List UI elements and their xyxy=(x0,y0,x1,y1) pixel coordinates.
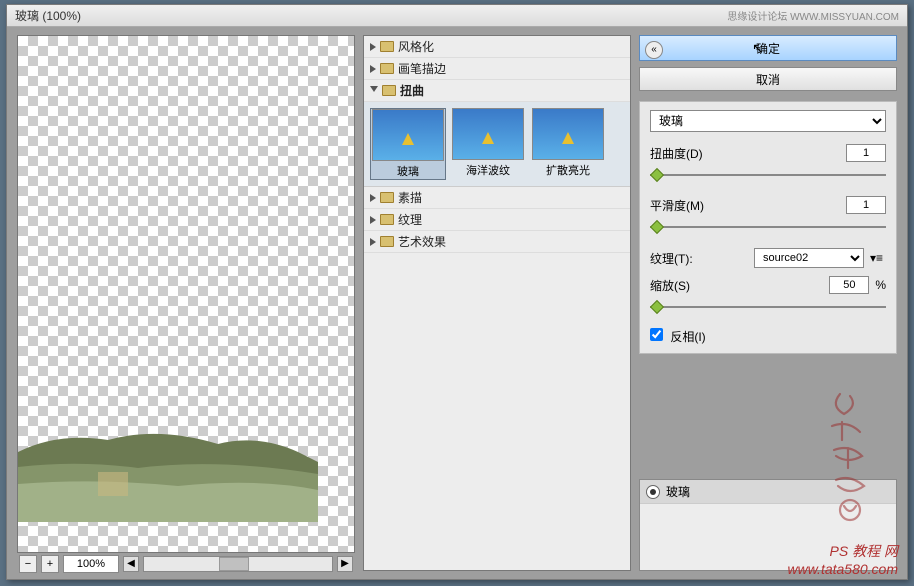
category-label: 扭曲 xyxy=(400,82,424,99)
filter-gallery-window: 玻璃 (100%) 思缘设计论坛 WWW.MISSYUAN.COM − + ◀ xyxy=(6,4,908,580)
thumbnail-row: 玻璃 海洋波纹 扩散亮光 xyxy=(364,102,630,187)
thumb-ocean-ripple[interactable]: 海洋波纹 xyxy=(450,108,526,180)
layer-row[interactable]: 玻璃 xyxy=(640,480,896,504)
preview-image-content xyxy=(18,422,318,522)
filter-select[interactable]: 玻璃 xyxy=(650,110,886,132)
window-title: 玻璃 (100%) xyxy=(15,7,81,24)
folder-icon xyxy=(380,63,394,74)
titlebar-watermark: 思缘设计论坛 WWW.MISSYUAN.COM xyxy=(727,8,899,23)
category-sketch[interactable]: 素描 xyxy=(364,187,630,209)
category-label: 纹理 xyxy=(398,211,422,228)
category-label: 画笔描边 xyxy=(398,60,446,77)
scale-unit: % xyxy=(875,278,886,292)
thumb-image xyxy=(372,109,444,161)
thumb-image xyxy=(452,108,524,160)
settings-panel: 确定↖ 取消 玻璃 扭曲度(D) 平滑度(M) 纹理(T): source02 xyxy=(635,27,907,579)
zoom-in-button[interactable]: + xyxy=(41,555,59,573)
distortion-label: 扭曲度(D) xyxy=(650,145,840,162)
thumb-image xyxy=(532,108,604,160)
folder-icon xyxy=(380,236,394,247)
preview-canvas[interactable] xyxy=(17,35,355,553)
category-stylize[interactable]: 风格化 xyxy=(364,36,630,58)
folder-icon xyxy=(382,85,396,96)
ok-button[interactable]: 确定↖ xyxy=(639,35,897,61)
scrollbar-thumb[interactable] xyxy=(219,557,249,571)
scale-slider[interactable] xyxy=(650,300,886,314)
thumb-label: 玻璃 xyxy=(397,166,419,178)
scroll-right-button[interactable]: ▶ xyxy=(337,556,353,572)
slider-thumb[interactable] xyxy=(650,220,664,234)
texture-row: 纹理(T): source02 ▾≡ xyxy=(650,248,886,268)
boat-icon xyxy=(562,132,574,144)
zoom-bar: − + ◀ ▶ xyxy=(17,553,355,575)
category-artistic[interactable]: 艺术效果 xyxy=(364,231,630,253)
triangle-icon xyxy=(370,216,376,224)
scale-row: 缩放(S) % xyxy=(650,276,886,294)
visibility-eye-icon[interactable] xyxy=(646,485,660,499)
category-distort[interactable]: 扭曲 xyxy=(364,80,630,102)
distortion-row: 扭曲度(D) xyxy=(650,144,886,162)
texture-select[interactable]: source02 xyxy=(754,248,864,268)
distortion-slider[interactable] xyxy=(650,168,886,182)
folder-icon xyxy=(380,192,394,203)
triangle-icon xyxy=(370,65,376,73)
smoothness-field[interactable] xyxy=(846,196,886,214)
category-label: 素描 xyxy=(398,189,422,206)
cancel-button[interactable]: 取消 xyxy=(639,67,897,91)
horizontal-scrollbar[interactable] xyxy=(143,556,333,572)
triangle-icon xyxy=(370,238,376,246)
boat-icon xyxy=(482,132,494,144)
folder-icon xyxy=(380,41,394,52)
category-label: 风格化 xyxy=(398,38,434,55)
invert-checkbox[interactable] xyxy=(650,328,663,341)
zoom-field[interactable] xyxy=(63,555,119,573)
invert-label: 反相(I) xyxy=(670,330,705,344)
thumb-diffuse-glow[interactable]: 扩散亮光 xyxy=(530,108,606,180)
texture-flyout-icon[interactable]: ▾≡ xyxy=(870,251,886,265)
scale-label: 缩放(S) xyxy=(650,277,823,294)
thumb-glass[interactable]: 玻璃 xyxy=(370,108,446,180)
thumb-label: 海洋波纹 xyxy=(466,165,510,177)
triangle-icon xyxy=(370,194,376,202)
scale-field[interactable] xyxy=(829,276,869,294)
thumb-label: 扩散亮光 xyxy=(546,165,590,177)
layer-name: 玻璃 xyxy=(666,483,690,500)
category-label: 艺术效果 xyxy=(398,233,446,250)
smoothness-label: 平滑度(M) xyxy=(650,197,840,214)
filter-tree-panel: 风格化 画笔描边 扭曲 玻璃 海洋波纹 扩散亮光 素描 纹理 艺术效果 xyxy=(359,27,635,579)
boat-icon xyxy=(402,133,414,145)
slider-thumb[interactable] xyxy=(650,300,664,314)
category-texture[interactable]: 纹理 xyxy=(364,209,630,231)
category-brush-strokes[interactable]: 画笔描边 xyxy=(364,58,630,80)
triangle-icon xyxy=(370,43,376,51)
distortion-field[interactable] xyxy=(846,144,886,162)
folder-icon xyxy=(380,214,394,225)
titlebar: 玻璃 (100%) 思缘设计论坛 WWW.MISSYUAN.COM xyxy=(7,5,907,27)
filter-tree: 风格化 画笔描边 扭曲 玻璃 海洋波纹 扩散亮光 素描 纹理 艺术效果 xyxy=(363,35,631,571)
smoothness-slider[interactable] xyxy=(650,220,886,234)
zoom-out-button[interactable]: − xyxy=(19,555,37,573)
slider-thumb[interactable] xyxy=(650,168,664,182)
smoothness-row: 平滑度(M) xyxy=(650,196,886,214)
effect-layers-panel: 玻璃 xyxy=(639,479,897,571)
collapse-tree-button[interactable]: « xyxy=(645,41,663,59)
preview-panel: − + ◀ ▶ xyxy=(7,27,359,579)
triangle-down-icon xyxy=(370,86,378,96)
invert-row: 反相(I) xyxy=(650,328,886,345)
texture-label: 纹理(T): xyxy=(650,250,748,267)
ok-label: 确定 xyxy=(756,42,780,56)
scroll-left-button[interactable]: ◀ xyxy=(123,556,139,572)
filter-settings: 玻璃 扭曲度(D) 平滑度(M) 纹理(T): source02 ▾≡ xyxy=(639,101,897,354)
